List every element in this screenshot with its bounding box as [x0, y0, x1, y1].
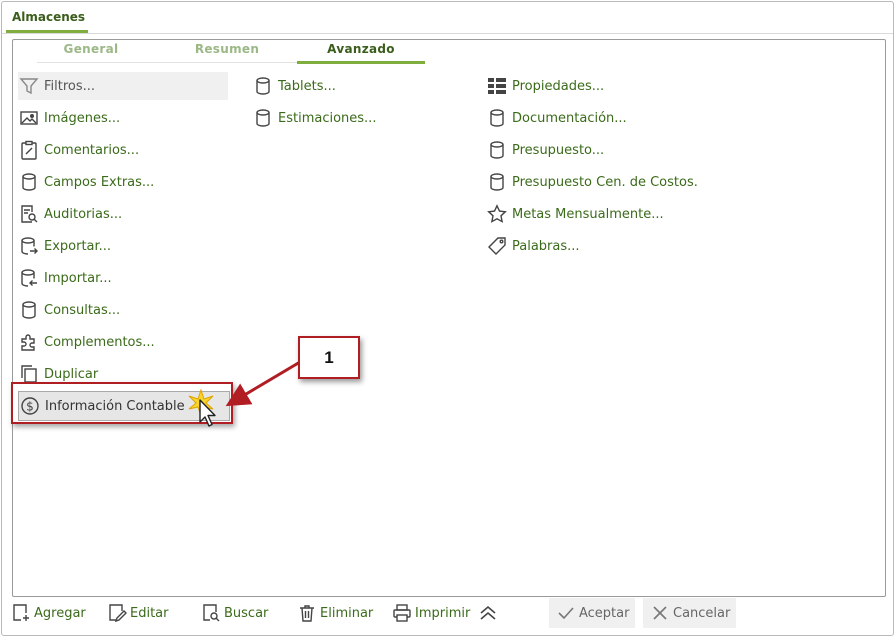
- window-title-tab[interactable]: Almacenes: [10, 10, 87, 32]
- menu-item-comentarios[interactable]: Comentarios...: [18, 136, 228, 164]
- audit-search-icon: [18, 203, 40, 225]
- menu-item-imagenes[interactable]: Imágenes...: [18, 104, 228, 132]
- properties-grid-icon: [486, 75, 508, 97]
- menu-item-campos-extras[interactable]: Campos Extras...: [18, 168, 228, 196]
- buscar-button[interactable]: Buscar: [200, 598, 268, 628]
- almacenes-window: Almacenes General Resumen Avanzado Filtr…: [1, 1, 894, 636]
- printer-icon: [391, 602, 413, 624]
- image-icon: [18, 107, 40, 129]
- menu-item-presupuesto-cen-costos[interactable]: Presupuesto Cen. de Costos.: [486, 168, 746, 196]
- subtab-bar: General Resumen Avanzado: [23, 42, 543, 64]
- menu-item-palabras[interactable]: Palabras...: [486, 232, 746, 260]
- tab-avanzado[interactable]: Avanzado: [297, 42, 425, 62]
- tab-resumen[interactable]: Resumen: [163, 42, 291, 62]
- collapse-toolbar-button[interactable]: [477, 598, 501, 628]
- editar-label: Editar: [130, 605, 169, 621]
- menu-item-label: Tablets...: [278, 78, 336, 94]
- menu-item-metas-mensualmente[interactable]: Metas Mensualmente...: [486, 200, 746, 228]
- imprimir-button[interactable]: Imprimir: [391, 598, 470, 628]
- clipboard-edit-icon: [18, 139, 40, 161]
- database-icon: [18, 299, 40, 321]
- menu-item-auditorias[interactable]: Auditorias...: [18, 200, 228, 228]
- database-icon: [486, 107, 508, 129]
- menu-item-label: Consultas...: [44, 302, 121, 318]
- menu-item-label: Filtros...: [44, 78, 96, 94]
- database-icon: [18, 171, 40, 193]
- cancelar-button[interactable]: Cancelar: [643, 598, 737, 628]
- menu-item-label: Presupuesto Cen. de Costos.: [512, 174, 698, 190]
- menu-item-label: Palabras...: [512, 238, 580, 254]
- menu-item-label: Comentarios...: [44, 142, 140, 158]
- edit-document-icon: [106, 602, 128, 624]
- menu-item-label: Propiedades...: [512, 78, 605, 94]
- tab-general[interactable]: General: [27, 42, 155, 62]
- menu-item-documentacion[interactable]: Documentación...: [486, 104, 746, 132]
- database-export-icon: [18, 235, 40, 257]
- menu-item-label: Documentación...: [512, 110, 627, 126]
- menu-item-label: Imágenes...: [44, 110, 121, 126]
- menu-item-importar[interactable]: Importar...: [18, 264, 228, 292]
- database-import-icon: [18, 267, 40, 289]
- menu-item-label: Estimaciones...: [278, 110, 377, 126]
- database-icon: [486, 171, 508, 193]
- buscar-label: Buscar: [224, 605, 269, 621]
- imprimir-label: Imprimir: [415, 605, 471, 621]
- menu-item-tablets[interactable]: Tablets...: [252, 72, 452, 100]
- database-icon: [486, 139, 508, 161]
- editar-button[interactable]: Editar: [106, 598, 169, 628]
- menu-item-label: Campos Extras...: [44, 174, 155, 190]
- database-icon: [252, 75, 274, 97]
- menu-item-estimaciones[interactable]: Estimaciones...: [252, 104, 452, 132]
- menu-item-label: Metas Mensualmente...: [512, 206, 664, 222]
- agregar-button[interactable]: Agregar: [10, 598, 86, 628]
- close-icon: [649, 602, 671, 624]
- main-panel: General Resumen Avanzado Filtros... Imág…: [12, 39, 886, 597]
- menu-item-complementos[interactable]: Complementos...: [18, 328, 228, 356]
- tag-icon: [486, 235, 508, 257]
- eliminar-label: Eliminar: [320, 605, 374, 621]
- annotation-arrow: [225, 360, 301, 407]
- database-icon: [252, 107, 274, 129]
- star-icon: [486, 203, 508, 225]
- double-chevron-up-icon: [477, 602, 499, 624]
- bottom-toolbar: Agregar Editar Buscar Eliminar Imprimir …: [0, 598, 896, 630]
- cancelar-label: Cancelar: [673, 605, 731, 621]
- add-document-icon: [10, 602, 32, 624]
- menu-item-label: Exportar...: [44, 238, 112, 254]
- menu-item-consultas[interactable]: Consultas...: [18, 296, 228, 324]
- search-document-icon: [200, 602, 222, 624]
- window-tab-divider: [2, 33, 893, 34]
- puzzle-icon: [18, 331, 40, 353]
- annotation-callout: 1: [298, 336, 360, 379]
- trash-icon: [296, 602, 318, 624]
- aceptar-label: Aceptar: [579, 605, 630, 621]
- menu-item-propiedades[interactable]: Propiedades...: [486, 72, 746, 100]
- menu-item-presupuesto[interactable]: Presupuesto...: [486, 136, 746, 164]
- mouse-cursor-icon: [188, 388, 216, 427]
- menu-item-exportar[interactable]: Exportar...: [18, 232, 228, 260]
- eliminar-button[interactable]: Eliminar: [296, 598, 373, 628]
- menu-item-label: Duplicar: [44, 366, 99, 382]
- aceptar-button[interactable]: Aceptar: [549, 598, 636, 628]
- subtab-active-indicator: [297, 61, 425, 64]
- menu-item-filtros[interactable]: Filtros...: [18, 72, 228, 100]
- menu-item-label: Importar...: [44, 270, 112, 286]
- menu-item-label: Presupuesto...: [512, 142, 605, 158]
- agregar-label: Agregar: [34, 605, 86, 621]
- checkmark-icon: [555, 602, 577, 624]
- menu-item-label: Complementos...: [44, 334, 155, 350]
- menu-item-label: Auditorias...: [44, 206, 123, 222]
- filter-icon: [18, 75, 40, 97]
